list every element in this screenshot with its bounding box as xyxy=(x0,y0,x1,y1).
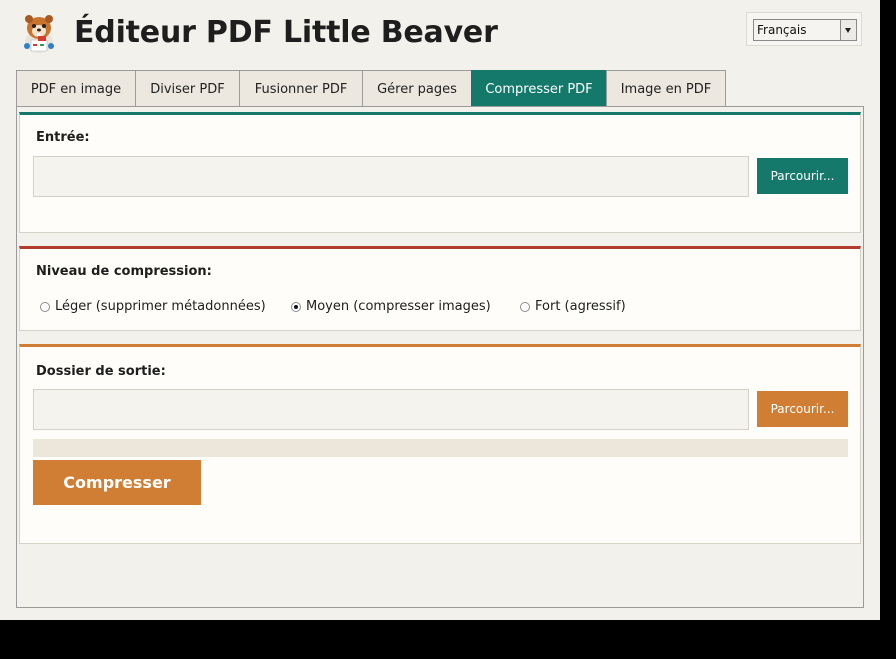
tab-compress-pdf[interactable]: Compresser PDF xyxy=(471,70,607,108)
compression-level-section: Niveau de compression: Léger (supprimer … xyxy=(19,246,861,331)
tab-image-to-pdf[interactable]: Image en PDF xyxy=(606,70,726,106)
radio-light-indicator[interactable] xyxy=(40,302,50,312)
beaver-logo-icon xyxy=(24,15,54,53)
output-folder-field[interactable] xyxy=(33,389,749,430)
progress-bar xyxy=(33,439,848,457)
radio-strong-indicator[interactable] xyxy=(520,302,530,312)
input-browse-button[interactable]: Parcourir... xyxy=(757,158,848,194)
language-box: Français xyxy=(746,12,862,46)
language-value: Français xyxy=(757,23,807,37)
output-folder-label: Dossier de sortie: xyxy=(36,364,166,379)
input-file-field[interactable] xyxy=(33,156,749,197)
input-section: Entrée: Parcourir... xyxy=(19,112,861,233)
tab-merge-pdf[interactable]: Fusionner PDF xyxy=(239,70,363,106)
tab-split-pdf[interactable]: Diviser PDF xyxy=(135,70,240,106)
output-browse-button[interactable]: Parcourir... xyxy=(757,391,848,427)
tab-pdf-to-image[interactable]: PDF en image xyxy=(16,70,136,106)
chevron-down-icon[interactable] xyxy=(840,20,856,40)
header: Éditeur PDF Little Beaver Français xyxy=(0,0,880,68)
tab-content: Entrée: Parcourir... Niveau de compressi… xyxy=(16,106,864,608)
compression-level-label: Niveau de compression: xyxy=(36,264,212,279)
radio-medium-label: Moyen (compresser images) xyxy=(306,299,491,314)
radio-light-label: Léger (supprimer métadonnées) xyxy=(55,299,266,314)
radio-medium-indicator[interactable] xyxy=(291,302,301,312)
radio-strong-label: Fort (agressif) xyxy=(535,299,626,314)
app-title: Éditeur PDF Little Beaver xyxy=(74,15,498,50)
app-window: Éditeur PDF Little Beaver Français PDF e… xyxy=(0,0,880,620)
compress-button[interactable]: Compresser xyxy=(33,460,201,505)
output-section: Dossier de sortie: Parcourir... Compress… xyxy=(19,344,861,544)
language-select[interactable]: Français xyxy=(753,19,857,41)
tab-manage-pages[interactable]: Gérer pages xyxy=(362,70,472,106)
input-label: Entrée: xyxy=(36,130,90,145)
